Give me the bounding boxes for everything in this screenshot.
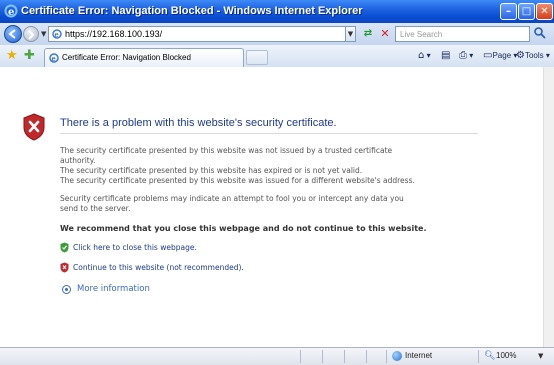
- new-tab-button[interactable]: [246, 50, 268, 65]
- recommendation-text: We recommend that you close this webpage…: [60, 224, 427, 233]
- feeds-icon: ▤: [441, 50, 451, 61]
- search-placeholder: Live Search: [400, 30, 443, 39]
- close-webpage-link[interactable]: Click here to close this webpage.: [73, 243, 197, 252]
- status-cell: [344, 350, 366, 363]
- reason-line: authority.: [60, 156, 96, 165]
- address-toolbar: ▼ e https://192.168.100.193/ ▼ ⇄ ✕ Live …: [0, 23, 554, 46]
- stop-button[interactable]: ✕: [378, 26, 392, 42]
- address-dropdown-button[interactable]: ▼: [345, 26, 356, 42]
- radio-expand-icon: [62, 285, 71, 294]
- certificate-reasons: The security certificate presented by th…: [60, 146, 500, 186]
- favorites-star-icon[interactable]: ★: [6, 49, 18, 62]
- page-menu-label: Page: [492, 51, 512, 60]
- address-text: https://192.168.100.193/: [65, 29, 163, 39]
- page-icon: e: [52, 29, 62, 39]
- ie-logo-icon: e: [4, 4, 18, 18]
- svg-text:e: e: [52, 55, 56, 63]
- status-cell: [300, 350, 322, 363]
- tab-certificate-error[interactable]: e Certificate Error: Navigation Blocked: [44, 48, 244, 67]
- zoom-dropdown-icon[interactable]: ▼: [538, 352, 543, 360]
- browser-window: e Certificate Error: Navigation Blocked …: [0, 0, 554, 365]
- tab-page-icon: e: [49, 53, 59, 63]
- tab-label: Certificate Error: Navigation Blocked: [62, 53, 191, 62]
- maximize-button[interactable]: □: [518, 3, 535, 20]
- shield-x-icon: [23, 113, 45, 141]
- title-bar: e Certificate Error: Navigation Blocked …: [0, 0, 554, 23]
- page-menu-button[interactable]: ▭Page ▾: [483, 49, 517, 63]
- window-title: Certificate Error: Navigation Blocked - …: [21, 5, 363, 17]
- search-icon[interactable]: [533, 26, 551, 42]
- tools-menu-label: Tools: [524, 51, 544, 60]
- security-zone: Internet: [405, 351, 433, 360]
- feeds-button[interactable]: ▤: [441, 49, 450, 63]
- tools-menu-button[interactable]: ⚙Tools ▾: [516, 49, 550, 63]
- svg-text:e: e: [55, 31, 59, 39]
- back-arrow-icon: [8, 29, 16, 39]
- status-cell: [366, 350, 386, 363]
- warning-paragraph: Security certificate problems may indica…: [60, 194, 500, 214]
- reason-line: The security certificate presented by th…: [60, 176, 415, 185]
- address-input[interactable]: e https://192.168.100.193/: [48, 26, 346, 42]
- add-favorites-icon[interactable]: ✚: [24, 49, 35, 62]
- print-icon: ⎙: [459, 50, 467, 61]
- vertical-scrollbar[interactable]: [543, 67, 554, 347]
- zoom-level[interactable]: 100%: [496, 351, 516, 360]
- home-icon: ⌂: [418, 50, 425, 61]
- page-title: There is a problem with this website's s…: [60, 117, 337, 129]
- reason-line: The security certificate presented by th…: [60, 146, 393, 155]
- home-button[interactable]: ⌂ ▾: [418, 49, 431, 63]
- minimize-button[interactable]: –: [500, 3, 517, 20]
- search-input[interactable]: Live Search: [395, 26, 530, 42]
- warning-line: Security certificate problems may indica…: [60, 194, 404, 203]
- continue-link[interactable]: Continue to this website (not recommende…: [73, 263, 244, 272]
- more-information-label[interactable]: More information: [77, 284, 150, 294]
- close-window-button[interactable]: ✕: [536, 3, 553, 20]
- heading-divider: [60, 133, 478, 134]
- back-button[interactable]: [4, 25, 22, 43]
- refresh-button[interactable]: ⇄: [360, 26, 376, 42]
- print-button[interactable]: ⎙ ▾: [459, 49, 473, 63]
- green-shield-icon: [60, 242, 69, 253]
- globe-icon: [392, 351, 402, 361]
- svg-text:e: e: [8, 7, 14, 18]
- red-shield-icon: [60, 262, 69, 273]
- warning-line: send to the server.: [60, 204, 131, 213]
- forward-arrow-icon: [28, 30, 35, 40]
- tab-toolbar: ★ ✚ e Certificate Error: Navigation Bloc…: [0, 45, 554, 68]
- zoom-icon[interactable]: 🔍︎: [484, 351, 495, 361]
- status-cell: [322, 350, 344, 363]
- forward-button[interactable]: [23, 26, 39, 42]
- reason-line: The security certificate presented by th…: [60, 166, 363, 175]
- history-dropdown-icon[interactable]: ▼: [41, 30, 46, 38]
- gear-icon: ⚙: [516, 50, 525, 61]
- status-bar: Internet 🔍︎ 100% ▼: [0, 347, 554, 365]
